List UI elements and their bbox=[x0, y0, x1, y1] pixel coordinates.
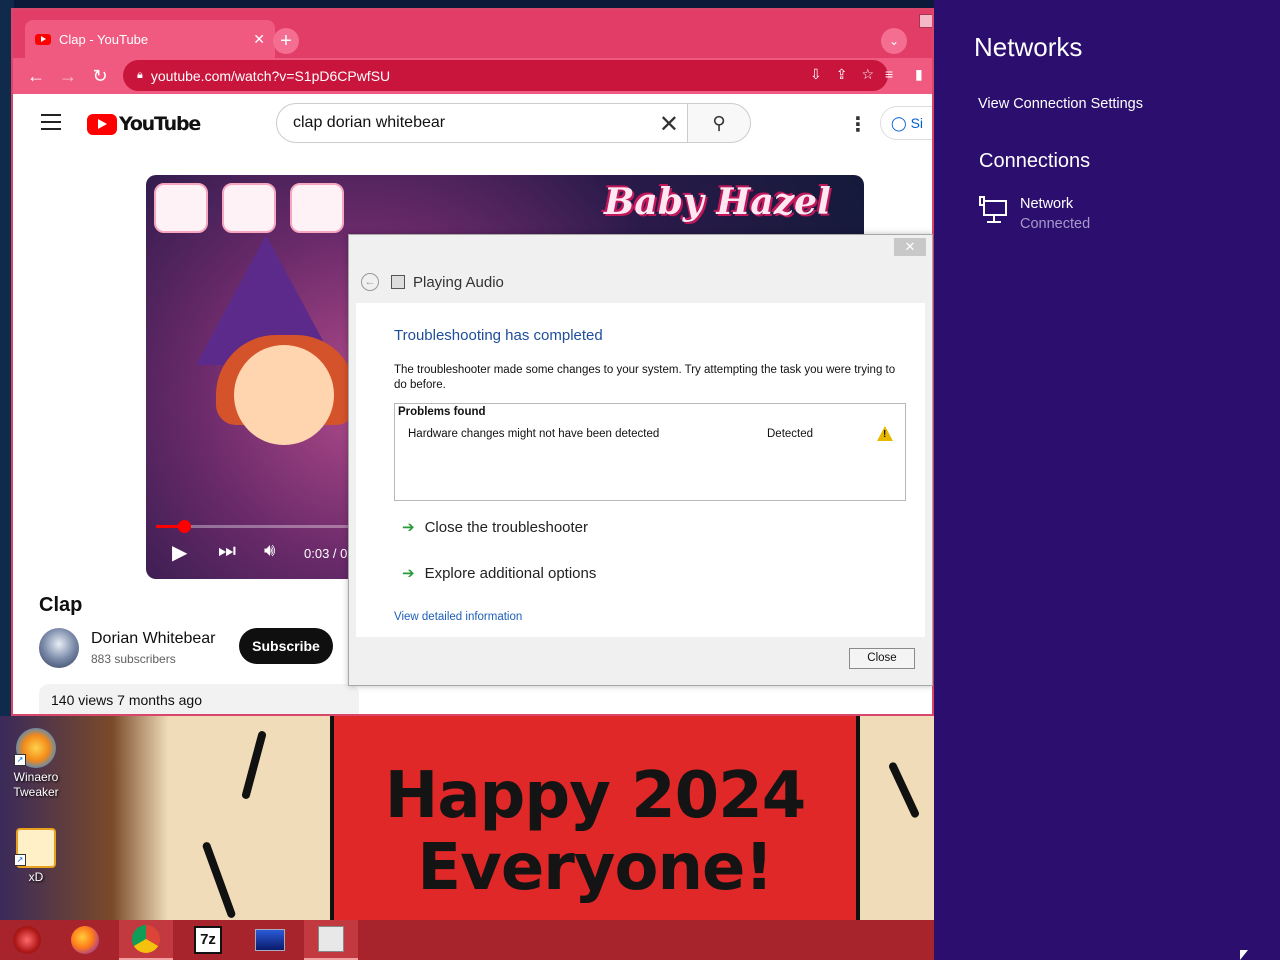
search-input[interactable]: clap dorian whitebear ✕ bbox=[276, 103, 688, 143]
taskbar-troubleshooter[interactable] bbox=[304, 920, 358, 960]
reload-icon[interactable]: ↻ bbox=[89, 65, 111, 87]
forward-arrow-icon[interactable]: → bbox=[57, 65, 79, 87]
video-description[interactable]: 140 views 7 months ago bbox=[39, 684, 359, 714]
channel-name[interactable]: Dorian Whitebear bbox=[91, 630, 216, 648]
channel-avatar[interactable] bbox=[39, 628, 79, 668]
close-button[interactable]: Close bbox=[849, 648, 915, 669]
view-connection-settings-link[interactable]: View Connection Settings bbox=[978, 96, 1143, 112]
dialog-close-icon[interactable]: ✕ bbox=[894, 238, 926, 256]
desktop-icon-label: Tweaker bbox=[13, 785, 59, 799]
problems-found-box: Problems found Hardware changes might no… bbox=[394, 403, 906, 501]
close-troubleshooter-link[interactable]: ➔ Close the troubleshooter bbox=[402, 518, 588, 537]
window-minimize-button[interactable] bbox=[919, 14, 932, 28]
chrome-icon bbox=[132, 925, 160, 953]
desktop-icon-label: Winaero bbox=[13, 770, 59, 784]
network-status: Connected bbox=[1020, 216, 1091, 232]
video-progress-handle[interactable] bbox=[177, 520, 191, 533]
more-options-icon[interactable]: ⋮ bbox=[848, 112, 868, 137]
account-icon: ◯ bbox=[891, 115, 911, 131]
start-orb-icon bbox=[13, 926, 41, 954]
reading-list-icon[interactable]: ≡ bbox=[885, 66, 893, 82]
taskbar-window[interactable] bbox=[243, 920, 297, 960]
volume-icon[interactable]: 🔊︎ bbox=[264, 540, 275, 561]
browser-titlebar: Clap - YouTube ✕ + ⌄ bbox=[13, 10, 932, 58]
tab-title: Clap - YouTube bbox=[59, 31, 149, 47]
7zip-icon: 7z bbox=[194, 926, 222, 954]
game-title: Baby Hazel bbox=[604, 181, 831, 223]
wired-network-icon[interactable] bbox=[979, 196, 1009, 224]
search-button[interactable]: ⚲ bbox=[687, 103, 751, 143]
new-tab-button[interactable]: + bbox=[273, 28, 299, 54]
next-icon[interactable]: ⏭ bbox=[218, 540, 236, 563]
taskbar-firefox[interactable] bbox=[58, 920, 112, 960]
share-icon[interactable]: ⇪ bbox=[836, 66, 848, 83]
shortcut-arrow-icon: ↗ bbox=[14, 854, 26, 866]
window-icon bbox=[255, 929, 285, 951]
problems-header: Problems found bbox=[398, 406, 486, 418]
network-name[interactable]: Network bbox=[1020, 196, 1073, 212]
dialog-heading: Troubleshooting has completed bbox=[394, 327, 603, 344]
troubleshooter-dialog: ✕ ← Playing Audio Troubleshooting has co… bbox=[348, 234, 933, 686]
explore-options-link[interactable]: ➔ Explore additional options bbox=[402, 564, 596, 583]
problem-name[interactable]: Hardware changes might not have been det… bbox=[408, 428, 659, 440]
subscribe-button[interactable]: Subscribe bbox=[239, 628, 333, 664]
play-icon[interactable]: ▶ bbox=[172, 540, 187, 565]
green-arrow-icon: ➔ bbox=[402, 565, 415, 582]
witch-face bbox=[234, 345, 334, 445]
dialog-title: Playing Audio bbox=[413, 273, 504, 291]
dialog-body: Troubleshooting has completed The troubl… bbox=[356, 303, 925, 637]
browser-tab-youtube[interactable]: Clap - YouTube ✕ bbox=[25, 20, 275, 58]
search-icon: ⚲ bbox=[712, 113, 726, 133]
troubleshooter-icon bbox=[318, 926, 344, 952]
extra-games-icon bbox=[290, 183, 344, 233]
back-arrow-icon[interactable]: ← bbox=[25, 65, 47, 87]
shortcut-arrow-icon: ↗ bbox=[14, 754, 26, 766]
bookmark-star-icon[interactable]: ☆ bbox=[861, 66, 874, 83]
green-arrow-icon: ➔ bbox=[402, 519, 415, 536]
side-panel-icon[interactable]: ▮ bbox=[915, 66, 923, 83]
mouse-cursor-icon bbox=[1240, 950, 1248, 960]
desktop-icon-winaero-tweaker[interactable]: ↗ Winaero Tweaker bbox=[4, 728, 68, 800]
dialog-nav: ← Playing Audio bbox=[361, 273, 504, 291]
desktop-icon-hxd[interactable]: ↗ xD bbox=[4, 828, 68, 885]
address-bar[interactable]: 🔒︎ youtube.com/watch?v=S1pD6CPwfSU ⇩ ⇪ ☆ bbox=[123, 60, 888, 91]
warning-icon bbox=[877, 426, 893, 441]
firefox-icon bbox=[71, 926, 99, 954]
app-store-icon bbox=[154, 183, 208, 233]
start-button[interactable] bbox=[0, 920, 54, 960]
hamburger-menu-icon[interactable] bbox=[41, 114, 61, 135]
flyout-title: Networks bbox=[974, 32, 1083, 62]
wallpaper-greeting: Happy 2024 Everyone! bbox=[384, 759, 807, 905]
youtube-play-icon bbox=[87, 113, 117, 135]
browser-toolbar: ← → ↻ 🔒︎ youtube.com/watch?v=S1pD6CPwfSU… bbox=[13, 58, 932, 94]
taskbar-chrome[interactable] bbox=[119, 920, 173, 960]
problem-status: Detected bbox=[767, 428, 814, 440]
sign-in-button[interactable]: ◯ Si bbox=[880, 106, 932, 140]
youtube-logo[interactable]: YouTube bbox=[87, 113, 201, 135]
taskbar-7zip[interactable]: 7z bbox=[181, 920, 235, 960]
lock-icon: 🔒︎ bbox=[137, 69, 143, 81]
view-detailed-information-link[interactable]: View detailed information bbox=[394, 611, 522, 623]
google-play-icon bbox=[222, 183, 276, 233]
tab-close-icon[interactable]: ✕ bbox=[253, 31, 265, 48]
dialog-message: The troubleshooter made some changes to … bbox=[394, 364, 896, 391]
subscriber-count: 883 subscribers bbox=[91, 652, 176, 666]
back-icon[interactable]: ← bbox=[361, 273, 379, 291]
speaker-icon bbox=[391, 275, 405, 289]
url-text: youtube.com/watch?v=S1pD6CPwfSU bbox=[150, 67, 391, 84]
networks-flyout: Networks View Connection Settings Connec… bbox=[934, 0, 1280, 960]
desktop-icon-label: xD bbox=[28, 870, 44, 884]
taskbar: 7z bbox=[0, 920, 934, 960]
install-app-icon[interactable]: ⇩ bbox=[810, 66, 822, 83]
connections-header: Connections bbox=[979, 150, 1091, 172]
clear-search-icon[interactable]: ✕ bbox=[659, 110, 679, 139]
tab-search-button[interactable]: ⌄ bbox=[881, 28, 907, 54]
video-title: Clap bbox=[39, 594, 83, 616]
youtube-favicon-icon bbox=[35, 33, 51, 45]
video-time: 0:03 / 0 bbox=[304, 546, 348, 561]
